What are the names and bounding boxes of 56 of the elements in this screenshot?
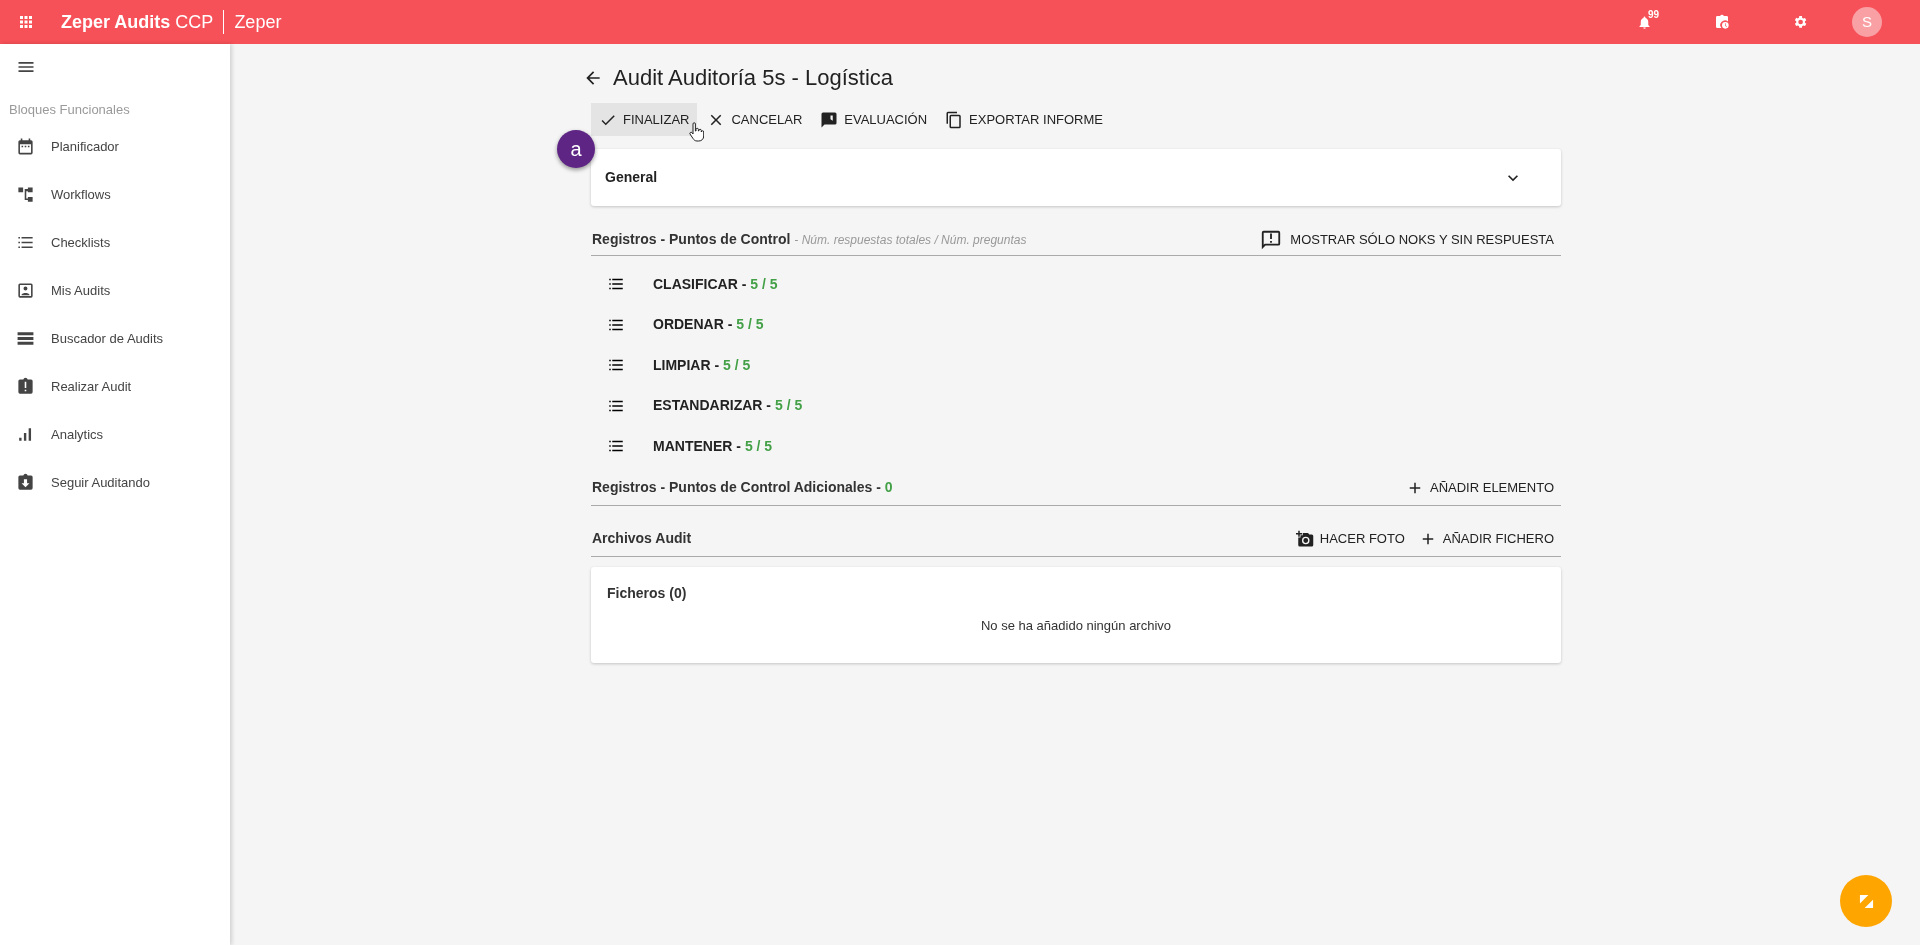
- toolbar-button[interactable]: EXPORTAR INFORME: [937, 103, 1111, 136]
- sidebar-item[interactable]: Realizar Audit: [0, 362, 230, 411]
- section-title: Registros - Puntos de Control Adicionales -: [592, 478, 881, 497]
- score-value: 5 / 5: [750, 274, 778, 294]
- card-title: Ficheros (0): [607, 583, 688, 603]
- stacked-bars-icon: [16, 329, 35, 348]
- score-value: 5 / 5: [744, 436, 773, 456]
- help-button[interactable]: [1840, 875, 1892, 927]
- score-value: 5 / 5: [736, 315, 764, 335]
- app-suffix: CCP: [175, 10, 214, 34]
- notification-count: 99: [1648, 7, 1660, 22]
- sidebar-item[interactable]: Planificador: [0, 122, 230, 171]
- sidebar-section-title: Bloques Funcionales: [9, 101, 131, 119]
- page-title: Audit Auditoría 5s - Logística: [613, 64, 894, 92]
- score-value: 5 / 5: [723, 355, 751, 375]
- sidebar-item[interactable]: Checklists: [0, 218, 230, 267]
- add-element-button[interactable]: AÑADIR ELEMENTO: [1406, 477, 1561, 498]
- checklist-row[interactable]: ESTANDARIZAR - 5 / 5: [591, 385, 1561, 426]
- toolbar-button[interactable]: FINALIZAR: [591, 103, 698, 136]
- sidebar-item[interactable]: Workflows: [0, 170, 230, 219]
- camera-icon: [1295, 529, 1314, 548]
- section-title: Archivos Audit: [592, 529, 692, 548]
- apps-grid-icon[interactable]: [17, 13, 35, 31]
- clipboard-arrow-icon: [16, 473, 35, 492]
- sidebar-item[interactable]: Seguir Auditando: [0, 458, 230, 507]
- checklist-row[interactable]: ORDENAR - 5 / 5: [591, 304, 1561, 345]
- checklist-row[interactable]: LIMPIAR - 5 / 5: [591, 345, 1561, 386]
- count-value: 0: [884, 478, 893, 497]
- checklist-row[interactable]: MANTENER - 5 / 5: [591, 426, 1561, 467]
- empty-message: No se ha añadido ningún archivo: [979, 616, 1173, 635]
- checklist-row[interactable]: CLASIFICAR - 5 / 5: [591, 264, 1561, 305]
- filter-button[interactable]: MOSTRAR SÓLO NOKS Y SIN RESPUESTA: [1260, 228, 1561, 251]
- score-value: 5 / 5: [774, 396, 803, 416]
- calendar-icon: [16, 137, 35, 156]
- section-subtitle: - Núm. respuestas totales / Núm. preguntas: [794, 231, 1027, 249]
- hand-pointer-icon: [688, 122, 704, 142]
- contact-card-icon: [16, 281, 35, 300]
- toolbar-button[interactable]: EVALUACIÓN: [812, 103, 936, 136]
- annotation-badge: a: [557, 130, 595, 168]
- toolbar-button[interactable]: CANCELAR: [699, 103, 811, 136]
- comment-icon: [820, 110, 839, 129]
- hierarchy-icon: [16, 185, 35, 204]
- file-action-button[interactable]: HACER FOTO: [1295, 528, 1405, 549]
- clipboard-alert-icon: [16, 377, 35, 396]
- square-slash-icon: [1858, 893, 1874, 909]
- settings-icon[interactable]: [1792, 14, 1808, 30]
- clipboard-clock-icon[interactable]: [1714, 14, 1730, 30]
- sidebar-item[interactable]: Analytics: [0, 410, 230, 459]
- sidebar-item[interactable]: Mis Audits: [0, 266, 230, 315]
- organization-name: Zeper: [234, 10, 282, 34]
- general-panel[interactable]: General: [591, 149, 1561, 206]
- copy-icon: [945, 110, 964, 129]
- file-action-button[interactable]: AÑADIR FICHERO: [1418, 528, 1554, 549]
- sidebar-item[interactable]: Buscador de Audits: [0, 314, 230, 363]
- section-title: Registros - Puntos de Control: [592, 230, 791, 249]
- comment-alert-icon: [1260, 228, 1283, 251]
